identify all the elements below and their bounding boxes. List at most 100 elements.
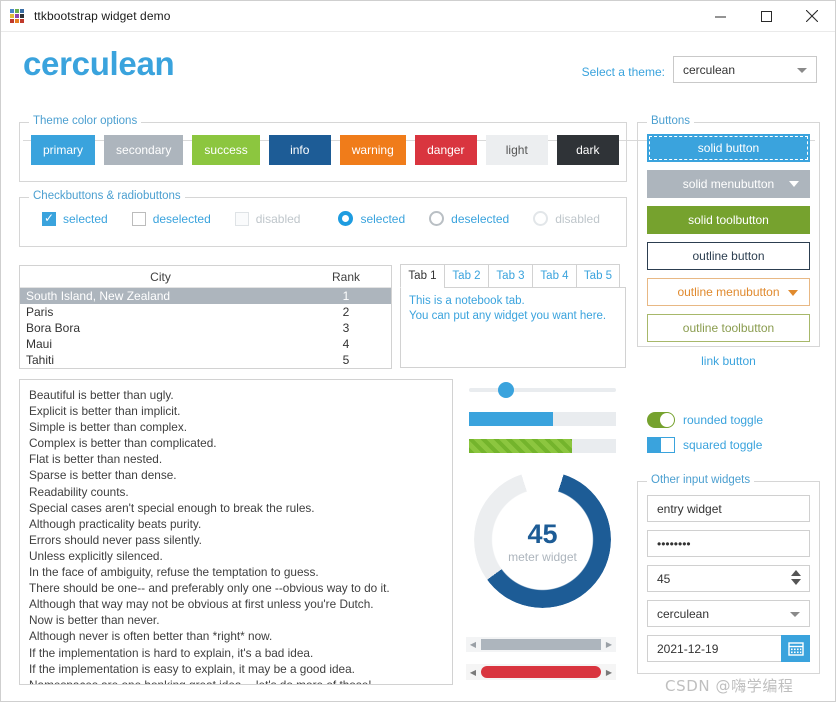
cell-rank: 4	[301, 337, 391, 351]
theme-color-button-label: light	[506, 143, 528, 157]
text-line: There should be one-- and preferably onl…	[29, 580, 443, 596]
treeview-column-city[interactable]: City	[20, 270, 301, 284]
tab-tab-4[interactable]: Tab 4	[532, 264, 576, 288]
combobox-value: cerculean	[657, 607, 709, 621]
outline-button-label: outline button	[692, 249, 764, 263]
text-line: In the face of ambiguity, refuse the tem…	[29, 564, 443, 580]
scroll-left-arrow-icon-2[interactable]: ◀	[466, 668, 480, 677]
checkbutton-selected[interactable]: selected	[42, 212, 108, 226]
link-button[interactable]: link button	[647, 350, 810, 372]
table-row[interactable]: Tahiti5	[20, 352, 391, 368]
checkbutton-deselected[interactable]: deselected	[132, 212, 211, 226]
app-window: ttkbootstrap widget demo cerculean Selec…	[0, 0, 836, 702]
horizontal-scrollbar-secondary[interactable]: ◀ ▶	[466, 637, 616, 652]
outline-button[interactable]: outline button	[647, 242, 810, 270]
entry-widget[interactable]: entry widget	[647, 495, 810, 522]
text-line: Errors should never pass silently.	[29, 532, 443, 548]
spinbox[interactable]: 45	[647, 565, 810, 592]
calendar-icon[interactable]	[781, 635, 810, 662]
radiobutton-deselected[interactable]: deselected	[429, 211, 509, 226]
scale-slider[interactable]	[469, 382, 616, 398]
other-input-widgets-legend: Other input widgets	[647, 474, 754, 486]
theme-color-button-primary[interactable]: primary	[31, 135, 95, 165]
outline-menubutton-label: outline menubutton	[677, 285, 779, 299]
option-label: selected	[63, 212, 108, 226]
maximize-button[interactable]	[743, 1, 789, 32]
entry-widget-value: entry widget	[657, 502, 722, 516]
checkbutton-disabled: disabled	[235, 212, 301, 226]
table-row[interactable]: South Island, New Zealand1	[20, 288, 391, 304]
radiobutton-selected[interactable]: selected	[338, 211, 405, 226]
text-line: If the implementation is hard to explain…	[29, 645, 443, 661]
rounded-toggle-switch[interactable]	[647, 412, 675, 428]
horizontal-scrollbar-danger[interactable]: ◀ ▶	[466, 664, 616, 680]
tab-tab-3[interactable]: Tab 3	[488, 264, 532, 288]
text-line: Unless explicitly silenced.	[29, 548, 443, 564]
theme-color-buttons: primary secondary success info warning danger…	[31, 135, 619, 165]
option-label: deselected	[153, 212, 211, 226]
password-entry[interactable]: ••••••••	[647, 530, 810, 557]
theme-color-button-dark[interactable]: dark	[557, 135, 619, 165]
theme-color-options-legend: Theme color options	[29, 115, 141, 127]
spinbox-value: 45	[657, 572, 670, 586]
outline-toolbutton[interactable]: outline toolbutton	[647, 314, 810, 342]
outline-menubutton[interactable]: outline menubutton	[647, 278, 810, 306]
theme-color-button-danger[interactable]: danger	[415, 135, 477, 165]
theme-color-button-label: dark	[576, 143, 599, 157]
solid-menubutton[interactable]: solid menubutton	[647, 170, 810, 198]
tab-tab-2[interactable]: Tab 2	[444, 264, 488, 288]
text-line: Complex is better than complicated.	[29, 435, 443, 451]
checkbuttons-radiobuttons-legend: Checkbuttons & radiobuttons	[29, 190, 185, 202]
option-label: deselected	[451, 212, 509, 226]
minimize-button[interactable]	[697, 1, 743, 32]
spinbox-down-icon[interactable]	[791, 579, 801, 585]
progressbar-solid-fill	[469, 412, 553, 426]
treeview-column-rank[interactable]: Rank	[301, 270, 391, 284]
spinbox-up-icon[interactable]	[791, 570, 801, 576]
notebook-body: This is a notebook tab. You can put any …	[400, 287, 626, 368]
text-line: Although that way may not be obvious at …	[29, 596, 443, 612]
solid-toolbutton[interactable]: solid toolbutton	[647, 206, 810, 234]
text-line: Namespaces are one honking great idea --…	[29, 677, 443, 685]
rounded-toggle[interactable]: rounded toggle	[647, 412, 763, 428]
brand-title: cerculean	[23, 45, 174, 83]
theme-color-button-light[interactable]: light	[486, 135, 548, 165]
window-title: ttkbootstrap widget demo	[34, 9, 170, 23]
notebook-body-line1: This is a notebook tab.	[409, 294, 617, 309]
theme-color-button-warning[interactable]: warning	[340, 135, 406, 165]
solid-menubutton-label: solid menubutton	[683, 177, 774, 191]
radio-icon	[533, 211, 548, 226]
scroll-right-arrow-icon-2[interactable]: ▶	[602, 668, 616, 677]
theme-color-button-label: danger	[427, 143, 464, 157]
date-entry[interactable]: 2021-12-19	[647, 635, 810, 662]
table-row[interactable]: Paris2	[20, 304, 391, 320]
scroll-left-arrow-icon[interactable]: ◀	[466, 640, 480, 649]
theme-select-label: Select a theme:	[582, 65, 665, 79]
theme-color-button-label: primary	[43, 143, 83, 157]
scale-handle[interactable]	[498, 382, 514, 398]
theme-color-button-info[interactable]: info	[269, 135, 331, 165]
table-row[interactable]: Bora Bora3	[20, 320, 391, 336]
scrollbar-thumb-2[interactable]	[481, 666, 601, 678]
text-line: Simple is better than complex.	[29, 419, 443, 435]
tab-tab-5[interactable]: Tab 5	[576, 264, 620, 288]
tab-tab-1[interactable]: Tab 1	[400, 264, 444, 288]
text-widget[interactable]: Beautiful is better than ugly.Explicit i…	[19, 379, 453, 685]
text-line: If the implementation is easy to explain…	[29, 661, 443, 677]
theme-color-button-success[interactable]: success	[192, 135, 259, 165]
combobox[interactable]: cerculean	[647, 600, 810, 627]
treeview[interactable]: City Rank South Island, New Zealand1Pari…	[19, 265, 392, 369]
scrollbar-thumb[interactable]	[481, 639, 601, 650]
theme-color-button-secondary[interactable]: secondary	[104, 135, 183, 165]
scroll-right-arrow-icon[interactable]: ▶	[602, 640, 616, 649]
table-row[interactable]: Maui4	[20, 336, 391, 352]
spinbox-arrows[interactable]	[791, 570, 801, 585]
theme-combobox[interactable]: cerculean	[673, 56, 817, 83]
checkbox-icon	[132, 212, 146, 226]
checkbox-icon	[42, 212, 56, 226]
squared-toggle-switch[interactable]	[647, 437, 675, 453]
close-button[interactable]	[789, 1, 835, 32]
squared-toggle[interactable]: squared toggle	[647, 437, 763, 453]
solid-button[interactable]: solid button	[647, 134, 810, 162]
header: cerculean Select a theme: cerculean	[1, 32, 835, 111]
